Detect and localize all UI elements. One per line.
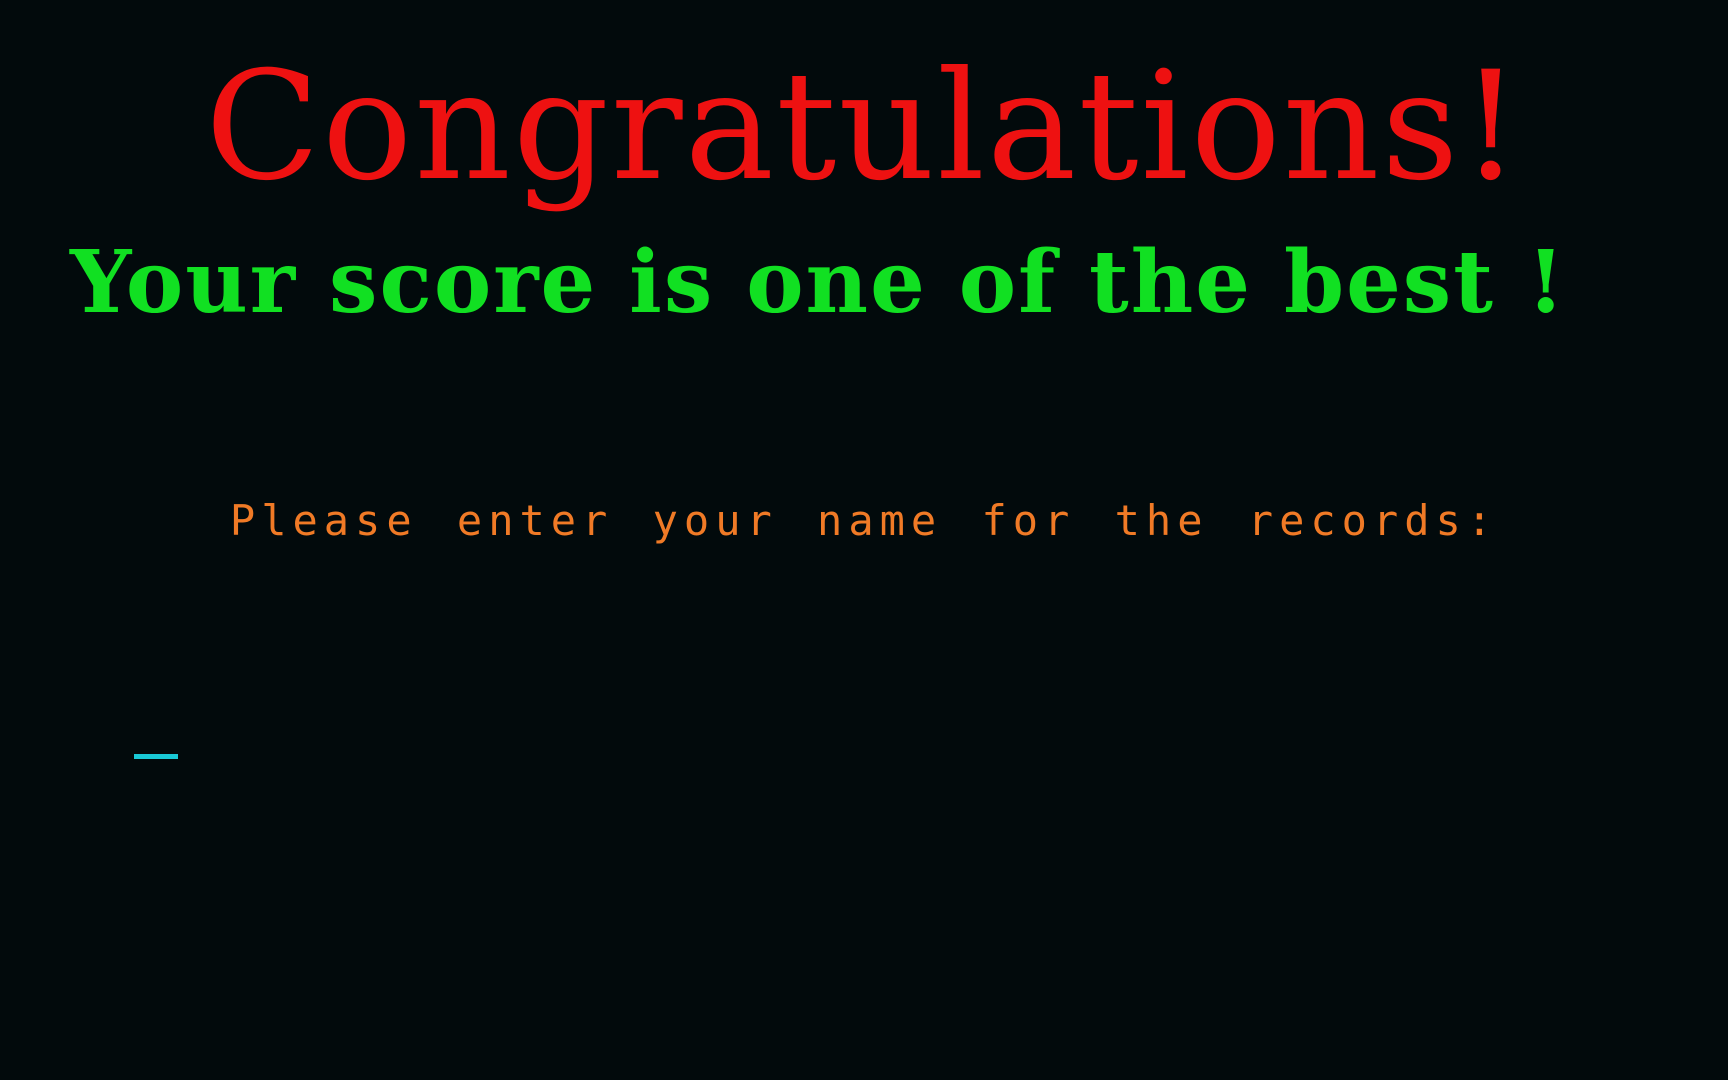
congratulations-title: Congratulations! bbox=[205, 40, 1523, 214]
best-score-message: Your score is one of the best ! bbox=[70, 232, 1567, 333]
text-cursor bbox=[134, 754, 178, 759]
name-entry-field[interactable] bbox=[134, 730, 1534, 780]
high-score-screen: Congratulations! Your score is one of th… bbox=[0, 0, 1728, 1080]
name-entry-prompt: Please enter your name for the records: bbox=[229, 496, 1499, 545]
